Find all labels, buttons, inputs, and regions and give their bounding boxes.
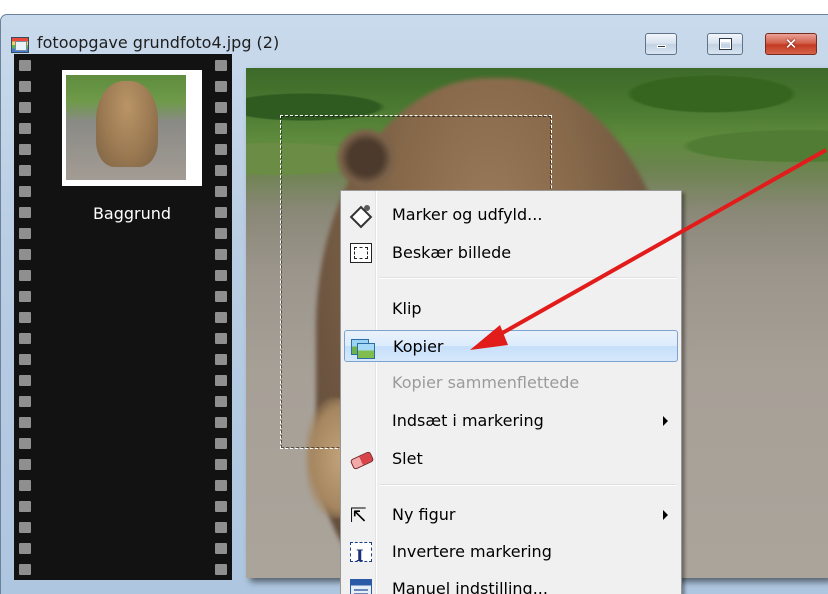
minimize-icon xyxy=(657,45,666,48)
menu-item-invertere-markering[interactable]: Invertere markering xyxy=(344,536,678,571)
layer-name: Baggrund xyxy=(92,204,172,223)
menu-item-beskaer-billede[interactable]: Beskær billede xyxy=(344,237,678,269)
menu-item-ny-figur[interactable]: ⇱ Ny figur xyxy=(344,499,678,531)
window-title: fotoopgave grundfoto4.jpg (2) xyxy=(37,33,280,52)
film-sprockets-right xyxy=(215,60,227,585)
menu-separator xyxy=(379,484,677,486)
manual-settings-icon xyxy=(350,579,372,594)
crop-icon xyxy=(350,243,372,263)
menu-item-kopier-sammenflettede[interactable]: Kopier sammenflettede xyxy=(344,367,678,399)
context-menu: Marker og udfyld... Beskær billede Klip … xyxy=(340,190,682,594)
layer-thumbnail[interactable] xyxy=(62,70,202,186)
menu-item-klip[interactable]: Klip xyxy=(344,293,678,325)
copy-icon xyxy=(351,337,375,359)
menu-item-manuel-indstilling[interactable]: Manuel indstilling... xyxy=(344,573,678,594)
menu-item-kopier[interactable]: Kopier xyxy=(344,330,678,362)
invert-selection-icon xyxy=(350,541,372,571)
app-icon xyxy=(11,37,29,53)
eraser-icon xyxy=(350,449,372,469)
submenu-arrow-icon xyxy=(663,416,668,426)
menu-item-marker-og-udfyld[interactable]: Marker og udfyld... xyxy=(344,199,678,231)
fill-icon xyxy=(350,205,372,225)
submenu-arrow-icon xyxy=(663,510,668,520)
close-icon: ✕ xyxy=(784,35,798,53)
layer-thumbnail-image xyxy=(66,75,186,180)
film-sprockets-left xyxy=(19,60,31,585)
title-bar[interactable]: fotoopgave grundfoto4.jpg (2) ✕ xyxy=(1,15,828,59)
maximize-button[interactable] xyxy=(707,33,743,55)
maximize-icon xyxy=(719,38,732,50)
layers-filmstrip: Baggrund xyxy=(14,54,232,580)
cursor-icon: ⇱ xyxy=(350,503,367,527)
close-button[interactable]: ✕ xyxy=(765,33,817,55)
minimize-button[interactable] xyxy=(645,33,677,55)
menu-separator xyxy=(379,277,677,279)
menu-item-slet[interactable]: Slet xyxy=(344,443,678,475)
menu-item-indsaet-i-markering[interactable]: Indsæt i markering xyxy=(344,405,678,437)
